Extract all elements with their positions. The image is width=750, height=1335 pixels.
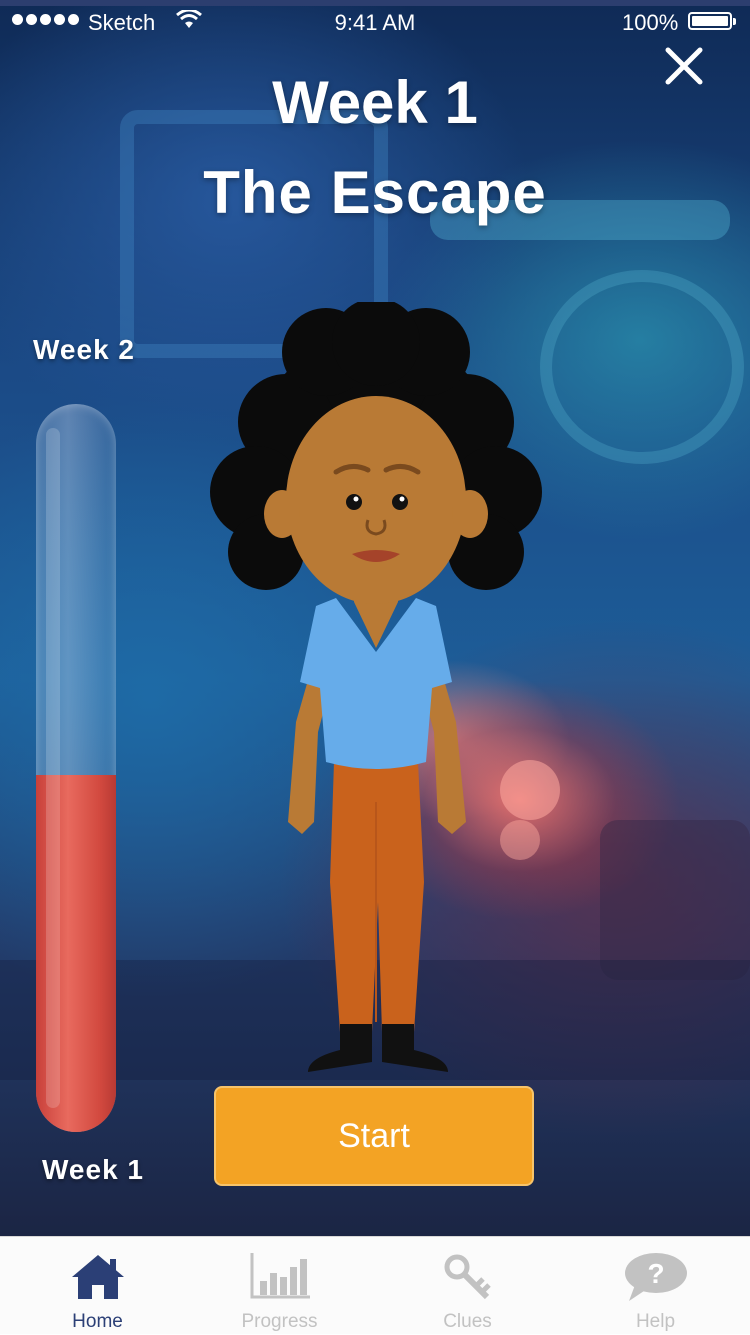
tab-home[interactable]: Home [4,1237,191,1335]
game-background: Sketch 9:41 AM 100% Week 1 The Escape We… [0,0,750,1236]
start-button[interactable]: Start [214,1086,534,1186]
character-avatar [210,302,542,1072]
help-bubble-icon: ? [624,1253,687,1301]
tab-progress[interactable]: Progress [186,1237,373,1335]
week-progress-tube [36,404,116,1132]
status-bar: Sketch 9:41 AM 100% [0,0,750,40]
episode-title: The Escape [203,159,547,226]
tab-bar: Home Progress Clues ? Help [0,1236,750,1334]
bar-chart-icon [250,1253,310,1299]
battery-percent: 100% [622,10,679,35]
console-shape [600,820,750,980]
key-icon [444,1254,491,1300]
svg-text:?: ? [647,1258,664,1289]
tube-shine [46,428,60,1108]
fan-shape [540,270,744,464]
tab-clues[interactable]: Clues [374,1237,561,1335]
progress-goal-label: Week 2 [33,334,135,365]
battery-icon [688,12,736,30]
tab-help[interactable]: ? Help [562,1237,749,1335]
tab-help-label: Help [635,1311,676,1332]
status-bar-edge [0,0,750,6]
week-title: Week 1 [272,69,478,136]
tab-home-label: Home [72,1311,123,1332]
home-icon [71,1255,124,1299]
progress-start-label: Week 1 [42,1154,144,1185]
tab-progress-label: Progress [241,1311,318,1332]
tab-clues-label: Clues [443,1311,492,1332]
close-icon[interactable] [660,42,708,90]
